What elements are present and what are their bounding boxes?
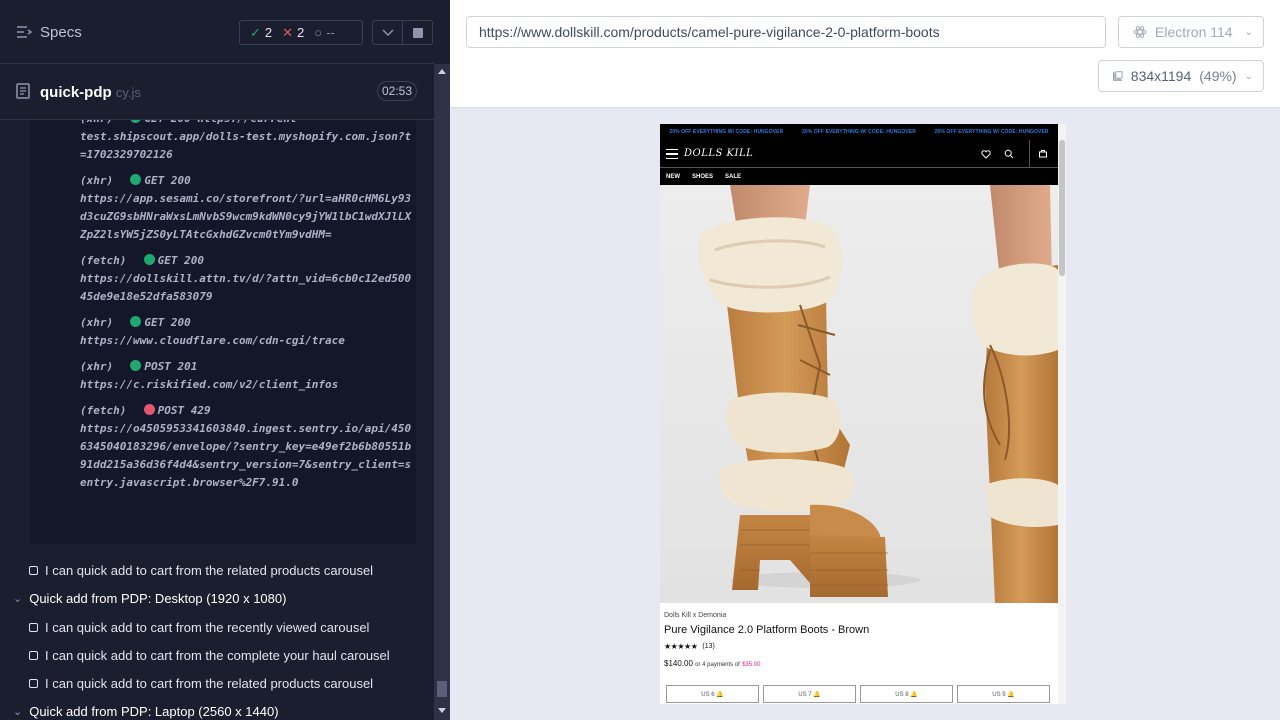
test-item[interactable]: I can quick add to cart from the complet… <box>0 641 434 669</box>
menu-icon[interactable] <box>666 149 678 159</box>
log-url: test.shipscout.app/dolls-test.myshopify.… <box>80 130 412 161</box>
log-entry[interactable]: (xhr) GET 200 https://app.sesami.co/store… <box>80 172 415 244</box>
star-rating-icon: ★★★★★ <box>664 642 698 651</box>
promo-banner[interactable]: 20% OFF EVERYTHING W/ CODE: HUNGOVER 20%… <box>660 124 1058 140</box>
pending-test-icon <box>29 622 38 632</box>
size-option[interactable]: US 6 🔔 <box>666 685 759 703</box>
passed-count: ✓ 2 <box>250 24 273 41</box>
log-entry[interactable]: (fetch) GET 200 https://dollskill.attn.tv… <box>80 252 415 306</box>
test-item[interactable]: I can quick add to cart from the related… <box>0 556 434 584</box>
test-item[interactable]: I can quick add to cart from the recentl… <box>0 613 434 641</box>
status-success-dot-icon <box>130 360 142 371</box>
log-url: https://www.cloudflare.com/cdn-cgi/trace <box>80 334 345 347</box>
log-entry[interactable]: (fetch) POST 429 https://o450595334160384… <box>80 402 415 492</box>
size-option[interactable]: US 9 🔔 <box>957 685 1050 703</box>
product-price: $140.00 or 4 payments of $35.00 <box>664 659 761 668</box>
collapse-button[interactable] <box>372 20 403 45</box>
preview-area: https://www.dollskill.com/products/camel… <box>450 0 1280 720</box>
log-entry[interactable]: (xhr) GET 200 https://www.cloudflare.com/… <box>80 314 415 350</box>
stop-button[interactable] <box>402 20 433 45</box>
log-url: https://dollskill.attn.tv/d/?attn_vid=6c… <box>80 272 412 303</box>
ruler-icon <box>1113 71 1123 81</box>
pending-count: ○ -- <box>314 25 335 40</box>
scroll-down-arrow-icon[interactable] <box>438 708 446 713</box>
search-icon[interactable] <box>1004 149 1014 159</box>
scrollbar-thumb[interactable] <box>437 681 447 697</box>
suite-item[interactable]: ⌄ Quick add from PDP: Laptop (2560 x 144… <box>0 697 434 720</box>
status-success-dot-icon <box>130 174 142 185</box>
aut-scrollbar-thumb[interactable] <box>1059 140 1065 276</box>
electron-icon <box>1133 26 1147 38</box>
log-entry[interactable]: (xhr) POST 201 https://c.riskified.com/v2… <box>80 358 415 394</box>
product-brand[interactable]: Dolls Kill x Demonia <box>664 612 1054 619</box>
nav-link-shoes[interactable]: SHOES <box>692 174 713 180</box>
size-option[interactable]: US 7 🔔 <box>763 685 856 703</box>
nav-link-sale[interactable]: SALE <box>725 174 741 180</box>
log-url: https://c.riskified.com/v2/client_infos <box>80 378 339 391</box>
aut-toolbar: https://www.dollskill.com/products/camel… <box>450 0 1280 108</box>
url-field[interactable]: https://www.dollskill.com/products/camel… <box>466 16 1106 48</box>
aut-scrollbar[interactable] <box>1058 124 1066 704</box>
test-item[interactable]: I can quick add to cart from the related… <box>0 669 434 697</box>
failed-count: ✕ 2 <box>282 24 305 41</box>
pending-test-icon <box>29 678 38 688</box>
stop-icon <box>412 27 423 38</box>
category-nav: NEW SHOES SALE <box>660 168 1058 185</box>
log-url: https://o4505953341603840.ingest.sentry.… <box>80 422 412 489</box>
status-success-dot-icon <box>143 254 155 265</box>
runner-panel: Specs ✓ 2 ✕ 2 ○ -- quick-pdp cy.js 02:53… <box>0 0 450 720</box>
status-error-dot-icon <box>143 404 155 415</box>
nav-link-new[interactable]: NEW <box>666 174 680 180</box>
status-success-dot-icon <box>130 316 142 327</box>
scroll-up-arrow-icon[interactable] <box>438 69 446 74</box>
product-image[interactable] <box>660 185 1058 603</box>
chevron-down-icon: ⌄ <box>1244 70 1253 82</box>
log-entry[interactable]: (xhr) GET 200 https://current-test.ships… <box>80 120 415 164</box>
chevron-down-icon: ⌄ <box>13 592 23 605</box>
chevron-down-icon <box>381 28 394 36</box>
suite-item[interactable]: ⌄ Quick add from PDP: Desktop (1920 x 10… <box>0 584 434 612</box>
test-stats: ✓ 2 ✕ 2 ○ -- <box>239 20 363 45</box>
spec-file-name[interactable]: quick-pdp cy.js <box>40 84 141 101</box>
product-rating[interactable]: ★★★★★ (13) <box>664 642 1054 651</box>
chevron-down-icon: ⌄ <box>13 705 23 718</box>
specs-label[interactable]: Specs <box>40 24 82 41</box>
x-icon: ✕ <box>282 24 294 40</box>
pending-test-icon <box>29 650 38 660</box>
check-icon: ✓ <box>250 24 261 40</box>
site-logo[interactable]: DOLLS KILL <box>684 148 753 159</box>
browser-selector[interactable]: Electron 114 ⌄ <box>1118 16 1264 48</box>
log-url: https://app.sesami.co/storefront/?url=aH… <box>80 192 412 241</box>
chevron-down-icon: ⌄ <box>1244 26 1253 38</box>
document-icon <box>16 83 30 99</box>
pending-test-icon <box>29 565 38 575</box>
heart-icon[interactable] <box>981 149 991 159</box>
boot-illustration <box>660 185 1058 603</box>
spec-file-bar: quick-pdp cy.js 02:53 <box>0 64 434 120</box>
status-success-dot-icon <box>130 120 142 123</box>
runner-header: Specs ✓ 2 ✕ 2 ○ -- <box>0 0 434 64</box>
product-title: Pure Vigilance 2.0 Platform Boots - Brow… <box>664 624 870 636</box>
size-option[interactable]: US 8 🔔 <box>860 685 953 703</box>
spec-duration: 02:53 <box>377 81 417 101</box>
app-under-test-frame[interactable]: 20% OFF EVERYTHING W/ CODE: HUNGOVER 20%… <box>660 124 1066 704</box>
command-log: (xhr) GET 200 https://current-test.ships… <box>30 120 416 544</box>
size-selector: US 6 🔔 US 7 🔔 US 8 🔔 US 9 🔔 <box>666 685 1050 703</box>
product-info: Dolls Kill x Demonia Pure Vigilance 2.0 … <box>664 612 1054 668</box>
runner-scrollbar[interactable] <box>434 64 450 720</box>
specs-list-icon[interactable] <box>16 24 32 40</box>
cart-icon[interactable] <box>1038 149 1048 159</box>
pending-icon: ○ <box>314 25 323 40</box>
viewport-info-button[interactable]: 834x1194 (49%) ⌄ <box>1098 60 1264 92</box>
site-header: DOLLS KILL <box>660 140 1058 168</box>
header-divider <box>1029 140 1030 168</box>
